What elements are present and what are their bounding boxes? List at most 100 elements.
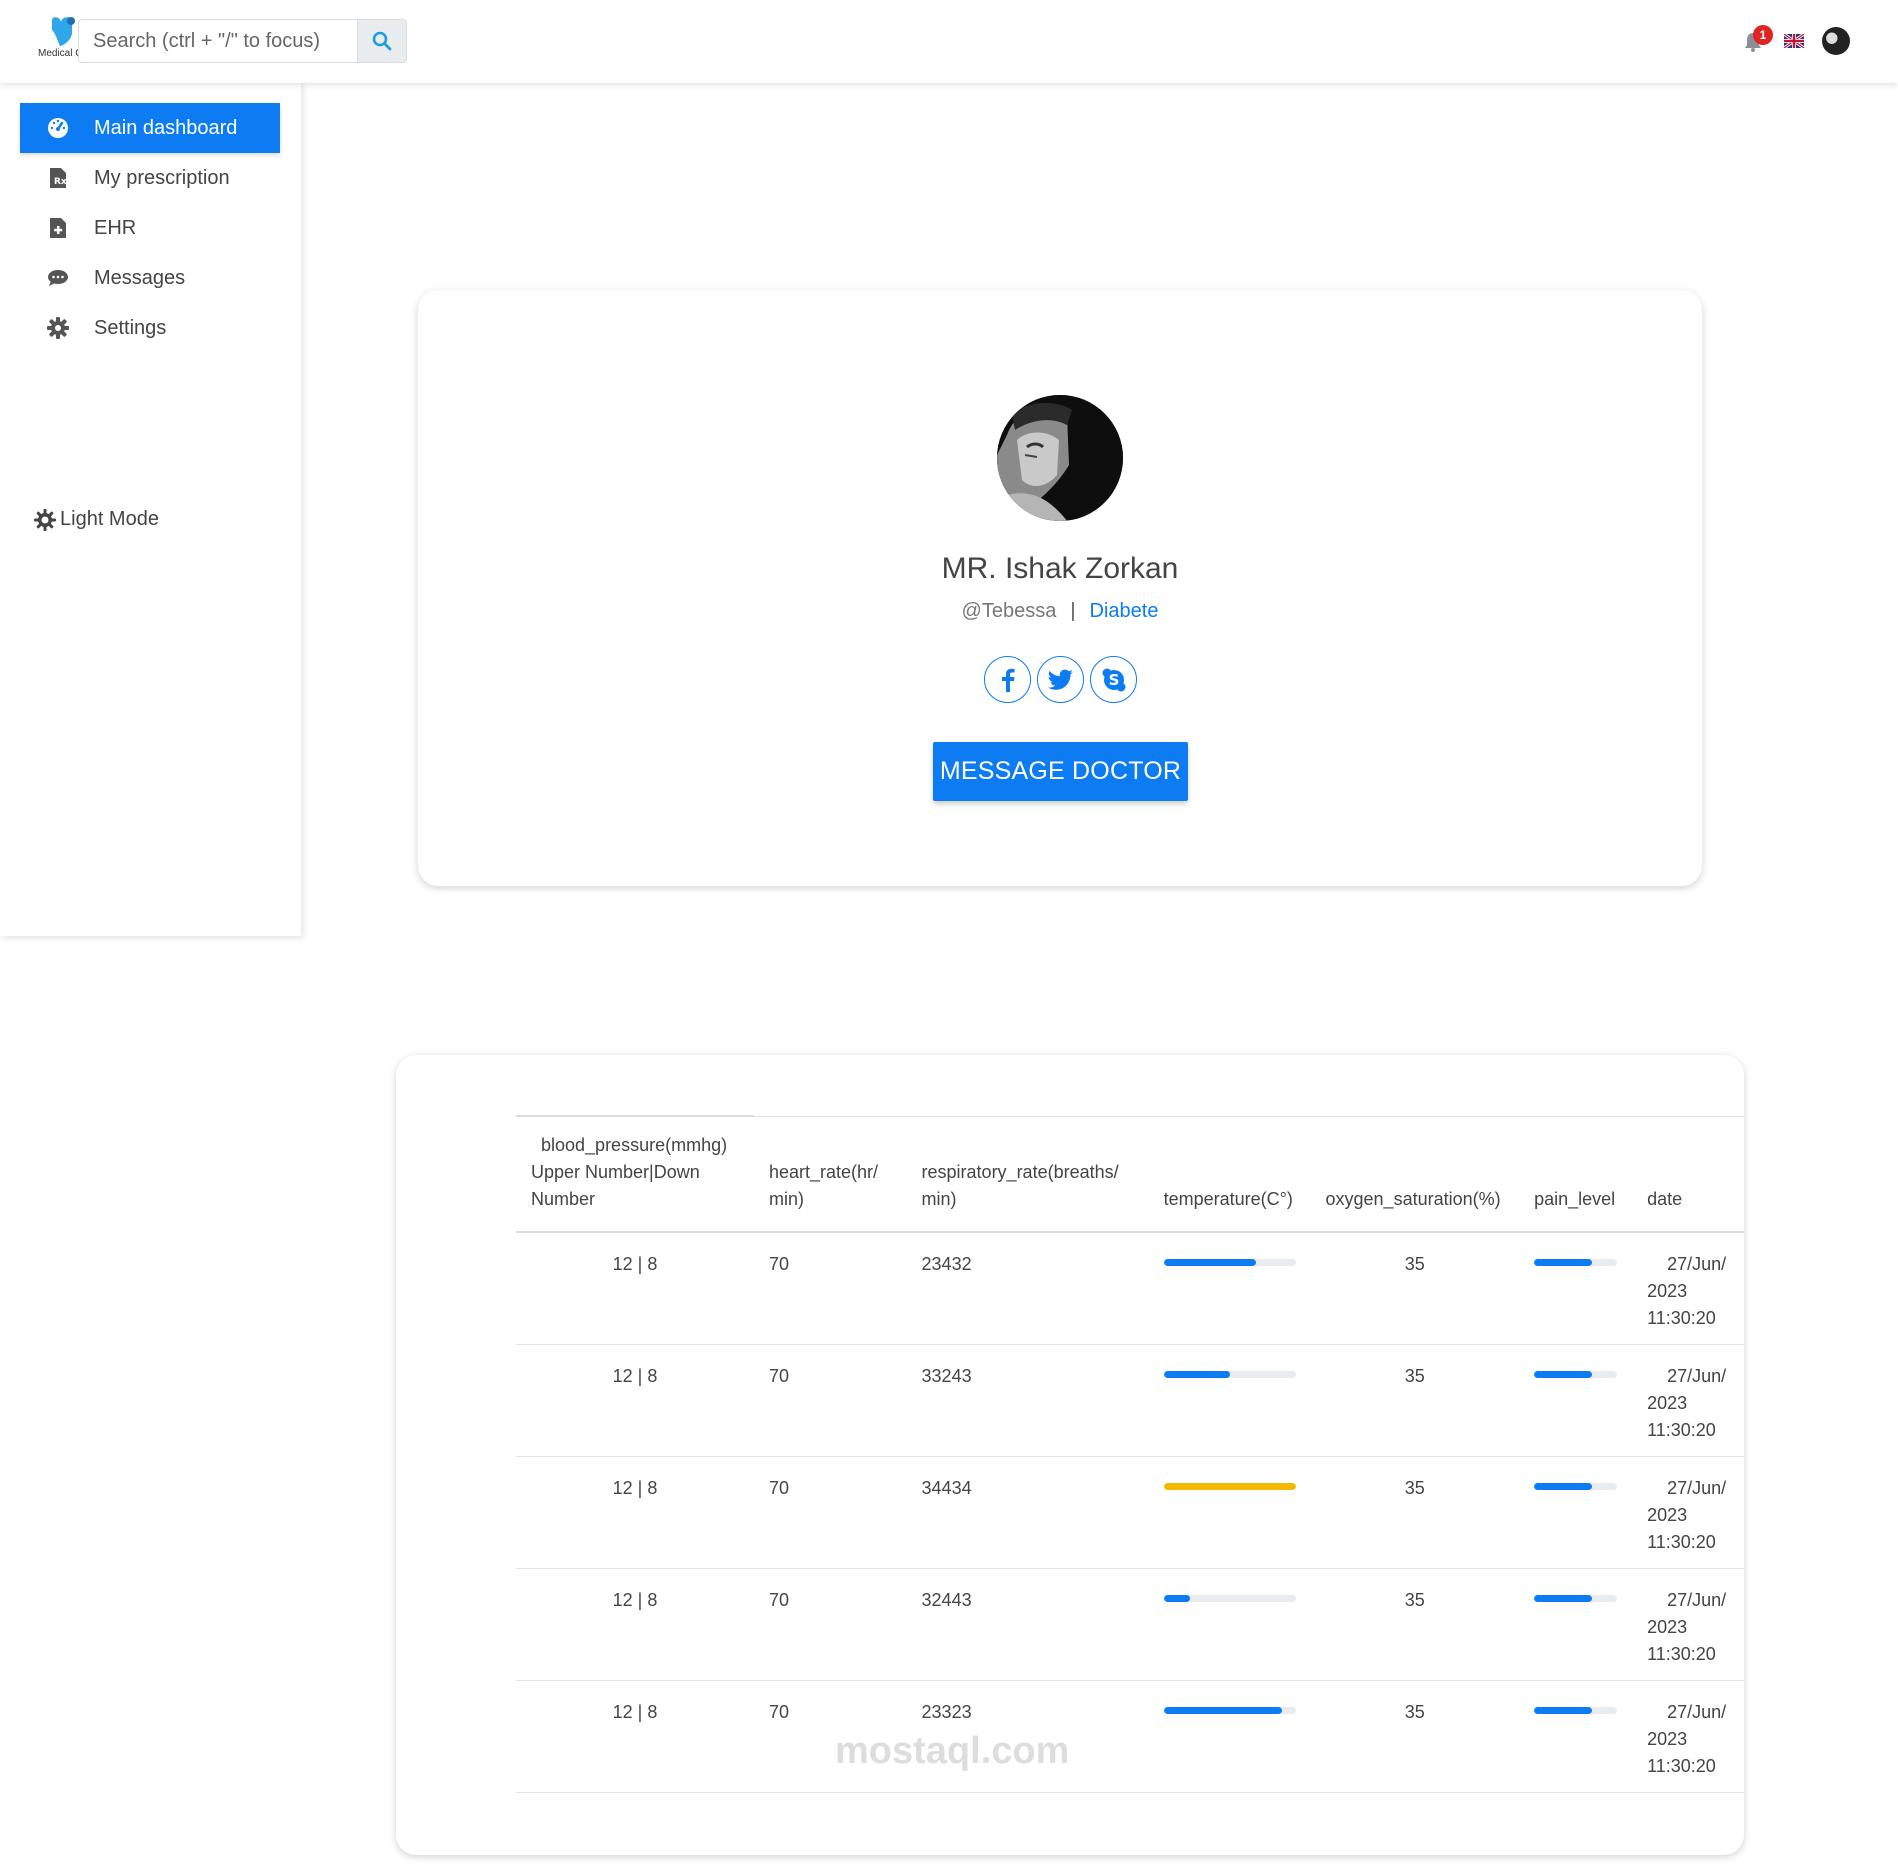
cell-temperature	[1148, 1680, 1311, 1793]
sidebar-item-label: Main dashboard	[94, 116, 238, 139]
cell-oxygen-saturation: 35	[1310, 1344, 1520, 1457]
date-line: 27/Jun/	[1667, 1254, 1727, 1274]
header-line: min)	[921, 1189, 957, 1209]
sidebar-item-label: Messages	[94, 266, 186, 289]
col-heart-rate: heart_rate(hr/ min)	[753, 1115, 907, 1233]
cell-temperature	[1148, 1456, 1311, 1569]
cell-pain-level	[1519, 1680, 1633, 1793]
vitals-card: blood_pressure(mmhg) Upper Number|Down N…	[396, 1055, 1744, 1855]
cell-blood-pressure: 12 | 8	[516, 1680, 754, 1793]
col-pain-level: pain_level	[1519, 1115, 1633, 1233]
theme-toggle[interactable]: Light Mode	[34, 508, 159, 531]
header-line: heart_rate(hr/	[768, 1162, 879, 1182]
cell-date: 27/Jun/2023 11:30:20	[1632, 1456, 1744, 1569]
facebook-button[interactable]	[984, 656, 1031, 703]
pain-bar-fill	[1534, 1259, 1593, 1266]
date-line: 11:30:20	[1647, 1531, 1716, 1552]
pain-bar	[1534, 1594, 1618, 1602]
doctor-meta: @Tebessa | Diabete	[418, 600, 1702, 623]
logo-icon	[52, 17, 75, 46]
pain-bar	[1534, 1706, 1618, 1714]
svg-text:Rx: Rx	[54, 177, 66, 187]
doctor-specialty-link[interactable]: Diabete	[1090, 600, 1159, 622]
profile-card: MR. Ishak Zorkan @Tebessa | Diabete S MESS…	[418, 290, 1702, 886]
table-row: 12 | 8 70 23323 35 27/Jun/2023 11:30:20	[516, 1680, 1744, 1793]
notification-badge: 1	[1753, 25, 1773, 45]
cell-temperature	[1148, 1568, 1311, 1681]
doctor-name: MR. Ishak Zorkan	[941, 552, 1179, 585]
header-label: date	[1647, 1189, 1683, 1209]
uk-flag-icon[interactable]	[1784, 34, 1804, 48]
sidebar-item-settings[interactable]: Settings	[20, 303, 280, 353]
cell-blood-pressure: 12 | 8	[516, 1456, 754, 1569]
pain-bar-fill	[1534, 1482, 1593, 1490]
table-row: 12 | 8 70 23432 35 27/Jun/2023 11:30:20	[516, 1232, 1744, 1345]
message-doctor-button[interactable]: MESSAGE DOCTOR	[933, 742, 1188, 801]
sidebar-item-messages[interactable]: Messages	[20, 253, 280, 303]
cell-pain-level	[1519, 1568, 1633, 1681]
sidebar-item-ehr[interactable]: EHR	[20, 203, 280, 253]
doctor-avatar	[997, 395, 1123, 521]
cell-blood-pressure: 12 | 8	[516, 1232, 754, 1345]
theme-toggle-label: Light Mode	[60, 508, 159, 530]
temperature-bar	[1163, 1259, 1296, 1266]
cell-temperature	[1148, 1232, 1311, 1345]
col-temperature: temperature(C°)	[1148, 1115, 1311, 1233]
table-row: 12 | 8 70 32443 35 27/Jun/2023 11:30:20	[516, 1568, 1744, 1681]
header-line: min)	[768, 1189, 804, 1209]
pain-bar-fill	[1534, 1706, 1593, 1714]
date-line: 27/Jun/	[1667, 1477, 1727, 1498]
date-line: 27/Jun/	[1667, 1365, 1727, 1386]
doctor-location: @Tebessa	[961, 600, 1057, 622]
cell-heart-rate: 70	[753, 1456, 907, 1569]
facebook-icon	[1001, 668, 1015, 692]
svg-text:S: S	[1108, 671, 1119, 689]
header-label: pain_level	[1534, 1189, 1616, 1209]
sidebar-item-main-dashboard[interactable]: Main dashboard	[20, 103, 280, 153]
cell-blood-pressure: 12 | 8	[516, 1568, 754, 1681]
cell-date: 27/Jun/2023 11:30:20	[1632, 1568, 1744, 1681]
col-date: date	[1632, 1115, 1744, 1233]
sidebar-item-label: Settings	[94, 316, 167, 339]
twitter-button[interactable]	[1037, 656, 1084, 703]
date-line: 11:30:20	[1647, 1643, 1716, 1664]
sidebar: Main dashboard Rx My prescription EHR Me…	[0, 83, 301, 936]
header-line: respiratory_rate(breaths/	[921, 1162, 1119, 1182]
app-logo[interactable]: Medical C	[38, 16, 82, 60]
top-navbar: Medical C 1	[0, 0, 1898, 83]
header-line: blood_pressure(mmhg)	[541, 1135, 728, 1155]
cell-temperature	[1148, 1344, 1311, 1457]
sun-gear-icon	[34, 508, 56, 531]
date-line: 27/Jun/	[1667, 1701, 1727, 1722]
sidebar-item-my-prescription[interactable]: Rx My prescription	[20, 153, 280, 203]
temperature-bar	[1163, 1482, 1296, 1490]
cell-heart-rate: 70	[753, 1232, 907, 1345]
cell-date: 27/Jun/2023 11:30:20	[1632, 1344, 1744, 1457]
header-line: Upper Number|Down	[531, 1162, 700, 1182]
cell-heart-rate: 70	[753, 1568, 907, 1681]
col-blood-pressure: blood_pressure(mmhg) Upper Number|Down N…	[516, 1115, 754, 1233]
table-row: 12 | 8 70 34434 35 27/Jun/2023 11:30:20	[516, 1456, 1744, 1569]
social-links: S	[984, 656, 1137, 703]
cell-heart-rate: 70	[753, 1344, 907, 1457]
pain-bar	[1534, 1259, 1618, 1266]
meta-separator: |	[1070, 600, 1076, 622]
cell-pain-level	[1519, 1344, 1633, 1457]
col-respiratory-rate: respiratory_rate(breaths/ min)	[906, 1115, 1149, 1233]
pain-bar	[1534, 1482, 1618, 1490]
cell-respiratory-rate: 23432	[906, 1232, 1149, 1345]
skype-button[interactable]: S	[1090, 656, 1137, 703]
temperature-bar	[1163, 1706, 1296, 1714]
header-line: Number	[531, 1189, 596, 1209]
cell-oxygen-saturation: 35	[1310, 1232, 1520, 1345]
temperature-bar	[1163, 1594, 1296, 1602]
user-avatar[interactable]	[1822, 27, 1850, 55]
col-oxygen-saturation: oxygen_saturation(%)	[1310, 1115, 1520, 1233]
search-button[interactable]	[358, 19, 407, 63]
watermark: mostaql.com	[835, 1730, 1070, 1772]
date-line: 11:30:20	[1647, 1308, 1716, 1328]
medical-file-icon	[46, 216, 70, 240]
search-input[interactable]	[78, 19, 358, 63]
pain-bar	[1534, 1370, 1618, 1378]
pain-bar-fill	[1534, 1594, 1593, 1602]
